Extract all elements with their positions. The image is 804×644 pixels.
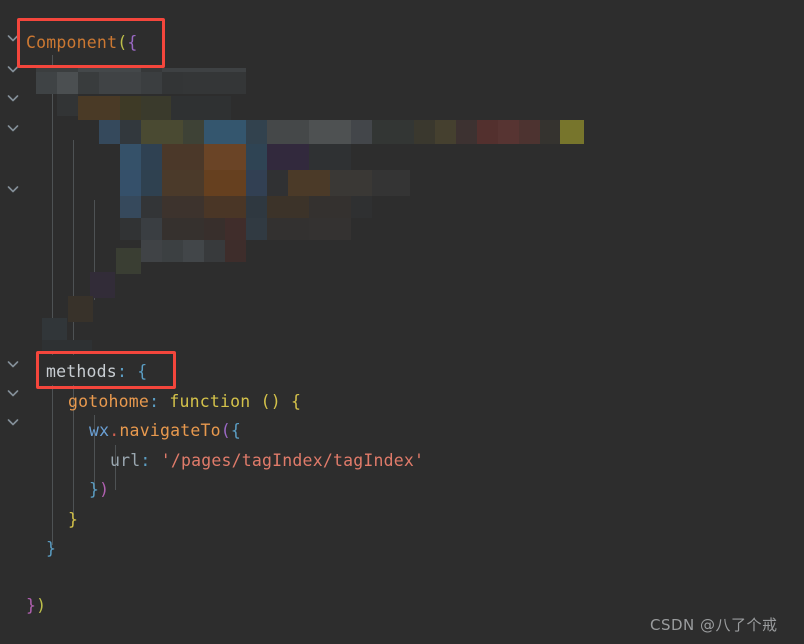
code-line-url[interactable]: url: '/pages/tagIndex/tagIndex' [110,446,424,476]
code-token: { [230,421,242,440]
code-line-wx-navigateto[interactable]: wx.navigateTo({ [89,416,241,446]
code-token: : [140,451,151,470]
highlight-box-methods [36,351,176,389]
code-token: . [109,421,120,440]
code-token: } [26,596,37,615]
code-token: ( [220,421,231,440]
code-token: navigateTo [119,421,221,440]
code-token: ) [36,596,47,615]
code-token: gotohome [68,392,150,411]
code-line-close-component[interactable]: }) [26,591,46,621]
code-token: } [46,539,57,558]
code-line-close-function[interactable]: } [68,505,78,535]
code-token: { [291,392,302,411]
code-token: url [110,451,141,470]
code-content: Component({methods: {gotohome: function … [0,0,804,644]
csdn-watermark: CSDN @八了个戒 [650,616,778,634]
highlight-box-component [17,18,165,68]
code-token: wx [89,421,110,440]
code-token: : [149,392,160,411]
code-line-close-paren-brace[interactable]: }) [89,475,109,505]
code-token: ) [99,480,110,499]
code-token: } [89,480,100,499]
code-token: } [68,510,79,529]
code-editor-screenshot: Component({methods: {gotohome: function … [0,0,804,644]
code-token: '/pages/tagIndex/tagIndex' [160,451,425,470]
code-token: () [260,392,281,411]
code-line-close-methods[interactable]: } [46,534,56,564]
code-line-gotohome[interactable]: gotohome: function () { [68,387,301,417]
code-token: function [169,392,251,411]
